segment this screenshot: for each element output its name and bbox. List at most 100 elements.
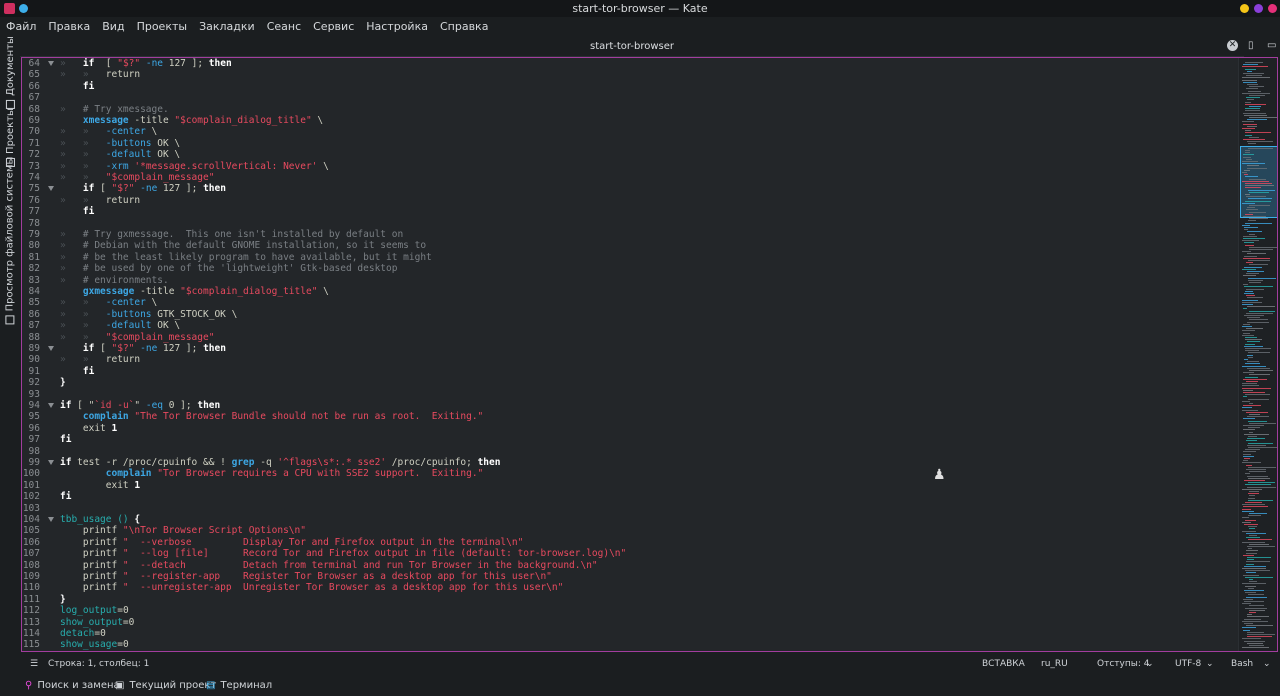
code-line[interactable]: 103 [22,503,1237,514]
close-tab-icon[interactable]: ✕ [1227,40,1238,51]
code-line[interactable]: 90 » » return [22,354,1237,365]
menu-file[interactable]: Файл [0,20,42,33]
minimap-line [1244,618,1261,620]
code-line[interactable]: 71 » » -buttons OK \ [22,138,1237,149]
status-menu-icon[interactable]: ☰ [30,659,38,669]
code-line[interactable]: 99 if test -r /proc/cpuinfo && ! grep -q … [22,457,1237,468]
indent-settings[interactable]: Отступы: 4 [1097,659,1149,669]
menu-help[interactable]: Справка [434,20,494,33]
code-line[interactable]: 86 » » -buttons GTK_STOCK_OK \ [22,309,1237,320]
fold-toggle-icon[interactable] [48,517,54,522]
current-project-tool[interactable]: ▣ Текущий проект [115,680,216,691]
keep-above-icon[interactable] [19,4,28,13]
code-line[interactable]: 79 » # Try gxmessage. This one isn't inst… [22,229,1237,240]
menu-sessions[interactable]: Сеанс [261,20,307,33]
code-line[interactable]: 77 fi [22,206,1237,217]
code-line[interactable]: 95 complain "The Tor Browser Bundle shou… [22,411,1237,422]
code-line[interactable]: 105 printf "\nTor Browser Script Options… [22,525,1237,536]
code-line[interactable]: 78 [22,218,1237,229]
sidebar-tab-filesystem[interactable]: Просмотр файловой системы [1,156,19,324]
fold-toggle-icon[interactable] [48,61,54,66]
code-line[interactable]: 110 printf " --unregister-app Unregister… [22,582,1237,593]
code-line[interactable]: 75 if [ "$?" -ne 127 ]; then [22,183,1237,194]
code-line[interactable]: 69 xmessage -title "$complain_dialog_tit… [22,115,1237,126]
code-line[interactable]: 94 if [ "`id -u`" -eq 0 ]; then [22,400,1237,411]
code-line[interactable]: 74 » » "$complain_message" [22,172,1237,183]
code-line[interactable]: 81 » # be the least likely program to hav… [22,252,1237,263]
left-sidebar: Документы Проекты Просмотр файловой сист… [0,36,20,652]
code-editor[interactable]: 64 » if [ "$?" -ne 127 ]; then 65 » » retur… [21,57,1278,652]
menu-bookmarks[interactable]: Закладки [193,20,261,33]
code-line[interactable]: 96 exit 1 [22,423,1237,434]
code-line[interactable]: 101 exit 1 [22,480,1237,491]
code-line[interactable]: 97 fi [22,434,1237,445]
code-line[interactable]: 102 fi [22,491,1237,502]
code-line[interactable]: 109 printf " --register-app Register Tor… [22,571,1237,582]
code-line[interactable]: 82 » # be used by one of the 'lightweight… [22,263,1237,274]
encoding[interactable]: UTF-8 [1175,659,1201,669]
tab-start-tor-browser[interactable]: start-tor-browser [20,36,1244,57]
code-line[interactable]: 93 [22,389,1237,400]
code-line[interactable]: 67 [22,92,1237,103]
minimap-line [1249,579,1253,580]
sidebar-tab-documents[interactable]: Документы [1,36,19,109]
menu-tools[interactable]: Сервис [307,20,360,33]
fold-toggle-icon[interactable] [48,186,54,192]
fold-toggle-icon[interactable] [48,460,54,465]
code-line[interactable]: 108 printf " --detach Detach from termin… [22,560,1237,571]
search-replace-tool[interactable]: ⚲ Поиск и замена [25,680,120,691]
input-mode[interactable]: ВСТАВКА [982,659,1025,669]
code-line[interactable]: 88 » » "$complain_message" [22,332,1237,343]
code-line[interactable]: 84 gxmessage -title "$complain_dialog_ti… [22,286,1237,297]
dictionary-language[interactable]: ru_RU [1041,659,1068,669]
code-line[interactable]: 92} [22,377,1237,388]
code-line[interactable]: 72 » » -default OK \ [22,149,1237,160]
menu-view[interactable]: Вид [96,20,130,33]
new-document-icon[interactable]: ▯ [1248,41,1257,51]
minimize-button[interactable] [1240,4,1249,13]
maximize-button[interactable] [1254,4,1263,13]
code-line[interactable]: 91 fi [22,366,1237,377]
code-line[interactable]: 85 » » -center \ [22,297,1237,308]
code-line[interactable]: 115 show_usage=0 [22,639,1237,650]
line-number: 70 [28,126,40,138]
code-line[interactable]: 104 tbb_usage () { [22,514,1237,525]
cursor-position[interactable]: Строка: 1, столбец: 1 [48,659,149,669]
syntax-mode[interactable]: Bash [1231,659,1253,669]
code-line[interactable]: 73 » » -xrm '*message.scrollVertical: Nev… [22,161,1237,172]
minimap-line [1245,363,1260,365]
fold-toggle-icon[interactable] [48,403,54,408]
minimap-line [1249,205,1270,206]
kate-app-icon[interactable] [4,3,15,14]
fold-toggle-icon[interactable] [48,346,54,351]
code-line[interactable]: 83 » # environments. [22,275,1237,286]
open-document-icon[interactable]: ▭ [1267,41,1276,51]
code-line[interactable]: 66 fi [22,81,1237,92]
code-line[interactable]: 107 printf " --log [file] Record Tor and… [22,548,1237,559]
code-line[interactable]: 64 » if [ "$?" -ne 127 ]; then [22,58,1237,69]
code-line[interactable]: 98 [22,446,1237,457]
code-line[interactable]: 106 printf " --verbose Display Tor and F… [22,537,1237,548]
minimap-line [1243,418,1255,420]
menu-settings[interactable]: Настройка [360,20,434,33]
code-line[interactable]: 89 if [ "$?" -ne 127 ]; then [22,343,1237,354]
code-line[interactable]: 68 » # Try xmessage. [22,104,1237,115]
minimap-line [1242,77,1270,79]
code-area[interactable]: 64 » if [ "$?" -ne 127 ]; then 65 » » retur… [22,58,1237,651]
code-line[interactable]: 111} [22,594,1237,605]
code-line[interactable]: 70 » » -center \ [22,126,1237,137]
code-line[interactable]: 100 complain "Tor Browser requires a CPU… [22,468,1237,479]
code-line[interactable]: 113 show_output=0 [22,617,1237,628]
close-button[interactable] [1268,4,1277,13]
code-line[interactable]: 76 » » return [22,195,1237,206]
code-line[interactable]: 112 log_output=0 [22,605,1237,616]
menu-projects[interactable]: Проекты [131,20,194,33]
menu-edit[interactable]: Правка [42,20,96,33]
code-line[interactable]: 87 » » -default OK \ [22,320,1237,331]
minimap-line [1246,411,1268,413]
minimap-scrollbar[interactable] [1238,58,1277,651]
code-line[interactable]: 65 » » return [22,69,1237,80]
code-line[interactable]: 114 detach=0 [22,628,1237,639]
terminal-tool[interactable]: ▤ Терминал [206,680,272,691]
code-line[interactable]: 80 » # Debian with the default GNOME inst… [22,240,1237,251]
